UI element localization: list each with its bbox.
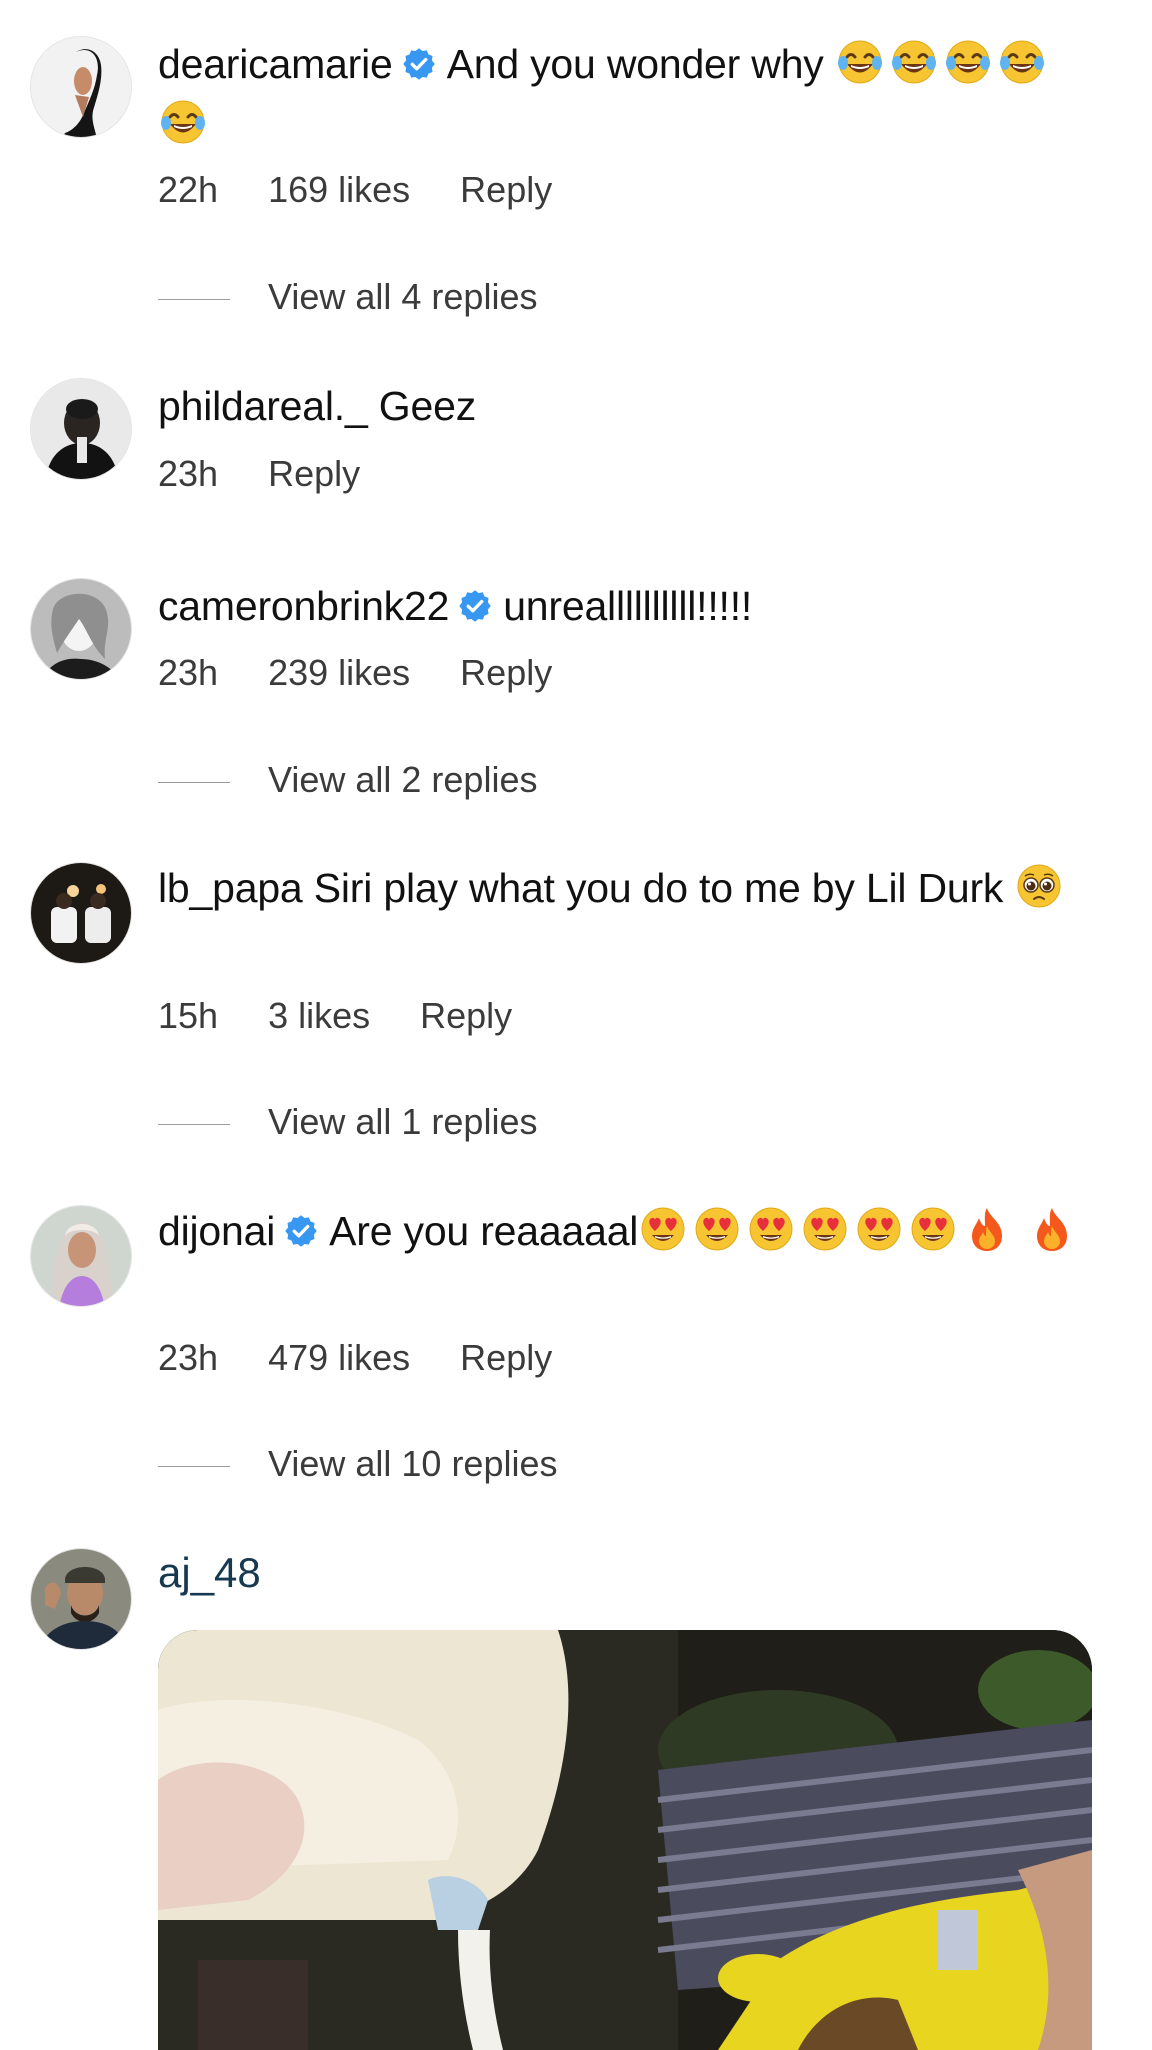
username[interactable]: phildareal._	[158, 383, 368, 429]
reply-button[interactable]: Reply	[420, 995, 512, 1036]
comment-meta: 22h 169 likes Reply	[158, 168, 602, 212]
face-with-tears-of-joy-icon	[835, 37, 885, 87]
username[interactable]: dijonai	[158, 1208, 275, 1254]
comment-text: Are you reaaaaal	[329, 1208, 639, 1254]
comment-meta: 23h Reply	[158, 452, 410, 496]
avatar[interactable]	[30, 1205, 132, 1307]
view-replies-label: View all 4 replies	[268, 276, 538, 317]
reply-button[interactable]: Reply	[460, 1337, 552, 1378]
reply-button[interactable]: Reply	[460, 652, 552, 693]
fire-icon	[1027, 1204, 1077, 1254]
reply-button[interactable]: Reply	[460, 169, 552, 210]
divider	[158, 298, 230, 300]
avatar[interactable]	[30, 862, 132, 964]
view-replies-button[interactable]: View all 10 replies	[158, 1442, 558, 1486]
username[interactable]: cameronbrink22	[158, 583, 449, 629]
username[interactable]: dearicamarie	[158, 41, 393, 87]
face-with-tears-of-joy-icon	[997, 37, 1047, 87]
comment-body: dijonai Are you reaaaaal	[158, 1203, 1088, 1263]
view-replies-button[interactable]: View all 2 replies	[158, 758, 537, 802]
timestamp: 23h	[158, 453, 219, 494]
avatar[interactable]	[30, 1548, 132, 1650]
face-with-tears-of-joy-icon	[889, 37, 939, 87]
likes-count[interactable]: 3 likes	[268, 995, 370, 1036]
heart-eyes-face-icon	[908, 1204, 958, 1254]
heart-eyes-face-icon	[746, 1204, 796, 1254]
comment-meta: 23h 239 likes Reply	[158, 651, 602, 695]
heart-eyes-face-icon	[638, 1204, 688, 1254]
view-replies-button[interactable]: View all 1 replies	[158, 1100, 537, 1144]
view-replies-label: View all 1 replies	[268, 1101, 538, 1142]
comment-meta: 15h 3 likes Reply	[158, 994, 562, 1038]
comment-body: dearicamarie And you wonder why	[158, 36, 1088, 152]
avatar[interactable]	[30, 378, 132, 480]
fire-icon	[962, 1204, 1012, 1254]
timestamp: 23h	[158, 652, 219, 693]
timestamp: 23h	[158, 1337, 219, 1378]
verified-badge-icon	[401, 40, 437, 96]
divider	[158, 781, 230, 783]
avatar[interactable]	[30, 36, 132, 138]
likes-count[interactable]: 169 likes	[268, 169, 410, 210]
view-replies-label: View all 10 replies	[268, 1443, 558, 1484]
verified-badge-icon	[457, 582, 493, 638]
comment-body: cameronbrink22 unreallllllllll!!!!!	[158, 578, 1088, 638]
timestamp: 22h	[158, 169, 219, 210]
likes-count[interactable]: 239 likes	[268, 652, 410, 693]
pleading-face-icon	[1014, 861, 1064, 911]
face-with-tears-of-joy-icon	[943, 37, 993, 87]
likes-count[interactable]: 479 likes	[268, 1337, 410, 1378]
comment-text: And you wonder why	[446, 41, 824, 87]
username[interactable]: lb_papa	[158, 865, 303, 911]
heart-eyes-face-icon	[692, 1204, 742, 1254]
timestamp: 15h	[158, 995, 219, 1036]
comment-body: phildareal._ Geez	[158, 378, 1088, 434]
divider	[158, 1123, 230, 1125]
comment-meta: 23h 479 likes Reply	[158, 1336, 602, 1380]
gif-image[interactable]	[158, 1630, 1092, 2050]
reply-button[interactable]: Reply	[268, 453, 360, 494]
username[interactable]: aj_48	[158, 1545, 261, 1601]
comment-text: Siri play what you do to me by Lil Durk	[313, 865, 1004, 911]
verified-badge-icon	[283, 1207, 319, 1263]
view-replies-button[interactable]: View all 4 replies	[158, 275, 537, 319]
face-with-tears-of-joy-icon	[158, 97, 208, 147]
heart-eyes-face-icon	[854, 1204, 904, 1254]
heart-eyes-face-icon	[800, 1204, 850, 1254]
comment-text: Geez	[378, 383, 476, 429]
comment-text: unreallllllllll!!!!!	[503, 583, 753, 629]
divider	[158, 1465, 230, 1467]
comment-body: lb_papa Siri play what you do to me by L…	[158, 860, 1088, 916]
avatar[interactable]	[30, 578, 132, 680]
view-replies-label: View all 2 replies	[268, 759, 538, 800]
